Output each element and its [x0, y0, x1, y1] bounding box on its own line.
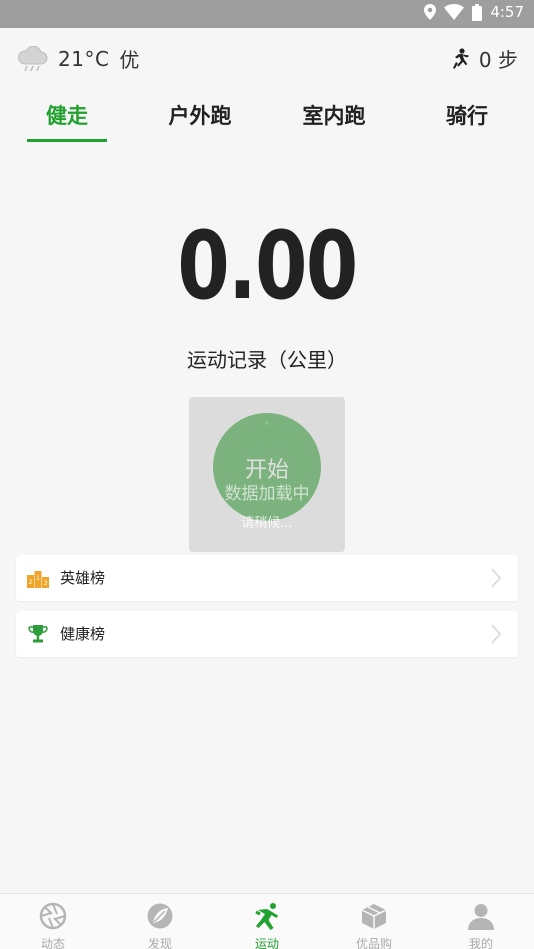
weather-widget[interactable]: 21°C 优 [16, 44, 139, 73]
nav-feed-label: 动态 [40, 937, 65, 949]
svg-text:2: 2 [29, 579, 33, 586]
nav-feed[interactable]: 动态 [0, 894, 106, 949]
user-icon [468, 904, 494, 930]
podium-icon: 2 1 3 [27, 571, 49, 588]
distance-label: 运动记录（公里） [187, 348, 347, 372]
location-icon [424, 4, 437, 20]
battery-icon [472, 3, 483, 21]
nav-shop-label: 优品购 [355, 937, 392, 949]
loading-text: 数据加载中 [224, 484, 310, 504]
distance-value: 0.00 [177, 212, 358, 321]
tab-walk[interactable]: 健走 [12, 96, 122, 142]
nav-sport[interactable]: 运动 [214, 894, 320, 949]
active-tab-indicator [27, 139, 107, 142]
nav-discover[interactable]: 发现 [107, 894, 213, 949]
svg-text:1: 1 [36, 575, 40, 582]
chevron-right-icon [491, 624, 502, 644]
health-ranking-label: 健康榜 [60, 625, 106, 643]
tab-cycling[interactable]: 骑行 [412, 96, 522, 142]
header-row: 21°C 优 0 步 [0, 40, 534, 80]
chevron-right-icon [491, 568, 502, 588]
wait-text: 请稍候... [241, 516, 293, 531]
tab-indoor-run[interactable]: 室内跑 [279, 96, 389, 142]
svg-text:3: 3 [44, 580, 48, 587]
compass-leaf-icon [147, 903, 173, 929]
hero-ranking-card[interactable]: 2 1 3 英雄榜 [16, 555, 518, 601]
status-time: 4:57 [490, 3, 524, 21]
temperature: 21°C [58, 46, 110, 71]
box-icon [361, 904, 387, 929]
aperture-icon [39, 902, 67, 930]
status-bar: 4:57 [0, 0, 534, 28]
air-quality: 优 [119, 48, 140, 72]
nav-sport-label: 运动 [254, 937, 279, 949]
cloud-rain-icon [18, 45, 48, 71]
nav-discover-label: 发现 [147, 937, 172, 949]
bottom-nav: 动态 发现 运动 优品购 我的 [0, 893, 534, 949]
health-ranking-card[interactable]: 健康榜 [16, 611, 518, 657]
step-count: 0 步 [478, 48, 518, 72]
sport-icon [255, 903, 278, 930]
wifi-icon [444, 4, 465, 20]
nav-profile[interactable]: 我的 [428, 894, 534, 949]
nav-shop[interactable]: 优品购 [321, 894, 427, 949]
runner-icon [452, 47, 469, 69]
step-counter[interactable]: 0 步 [449, 44, 518, 73]
hero-ranking-label: 英雄榜 [60, 569, 106, 587]
tab-outdoor-run[interactable]: 户外跑 [145, 96, 255, 142]
trophy-icon [28, 625, 48, 643]
nav-profile-label: 我的 [468, 937, 493, 949]
